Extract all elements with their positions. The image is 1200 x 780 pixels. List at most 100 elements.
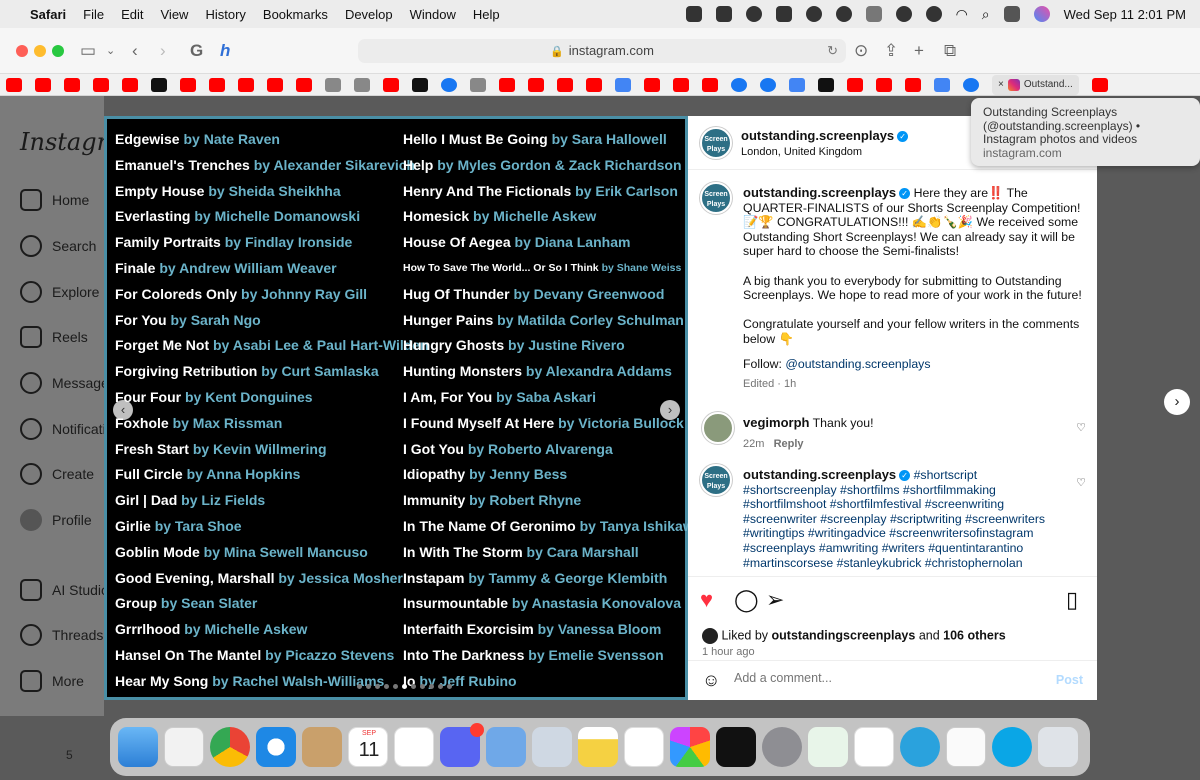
safari-icon[interactable] [256,727,296,767]
sidebar-item-create[interactable]: Create [0,458,104,490]
telegram-icon[interactable] [900,727,940,767]
extension-icon[interactable]: h [220,40,230,62]
sidebar-toggle-icon[interactable]: ▭ [80,40,96,62]
menubar-clock[interactable]: Wed Sep 11 2:01 PM [1064,7,1186,22]
site-tab-icon[interactable] [615,77,631,92]
youtube-tab-icon[interactable] [180,77,196,92]
sidebar-item-threads[interactable]: Threads [0,619,104,651]
status-app-icon[interactable] [835,6,852,22]
emoji-icon[interactable]: ☺ [702,670,720,691]
menu-app-name[interactable]: Safari [30,7,66,22]
status-app-icon[interactable] [865,6,882,22]
site-tab-icon[interactable] [325,77,341,92]
skype-icon[interactable] [992,727,1032,767]
facebook-tab-icon[interactable] [731,77,747,92]
dropbox-icon[interactable] [775,6,792,22]
youtube-tab-icon[interactable] [209,77,225,92]
app-icon[interactable] [808,727,848,767]
menu-window[interactable]: Window [410,7,456,22]
youtube-tab-icon[interactable] [64,77,80,92]
finder-icon[interactable] [118,727,158,767]
comment-username[interactable]: vegimorph [743,415,809,430]
comment-like-icon[interactable]: ♡ [1076,476,1086,489]
menu-edit[interactable]: Edit [121,7,143,22]
post-username[interactable]: outstanding.screenplays [741,128,894,143]
next-post-button[interactable]: › [1164,389,1190,415]
youtube-tab-icon[interactable] [238,77,254,92]
freeform-icon[interactable] [624,727,664,767]
post-location[interactable]: London, United Kingdom [741,146,862,158]
youtube-tab-icon[interactable] [702,77,718,92]
carousel-next-button[interactable]: › [660,400,680,420]
carousel-prev-button[interactable]: ‹ [113,400,133,420]
contacts-icon[interactable] [302,727,342,767]
youtube-tab-icon[interactable] [557,77,573,92]
reminders-icon[interactable] [394,727,434,767]
youtube-tab-icon[interactable] [847,77,863,92]
youtube-tab-icon[interactable] [296,77,312,92]
youtube-tab-icon[interactable] [876,77,892,92]
facebook-tab-icon[interactable] [441,77,457,92]
comment-icon[interactable]: ◯ [734,589,759,611]
menu-develop[interactable]: Develop [345,7,393,22]
share-icon[interactable]: ➢ [766,589,784,611]
menu-history[interactable]: History [205,7,245,22]
follow-handle-link[interactable]: @outstanding.screenplays [785,357,930,371]
youtube-tab-icon[interactable] [383,77,399,92]
youtube-tab-icon[interactable] [93,77,109,92]
youtube-tab-icon[interactable] [122,77,138,92]
document-icon[interactable] [946,727,986,767]
post-comment-button[interactable]: Post [1056,673,1083,687]
search-icon[interactable]: ⌕ [982,6,990,23]
site-tab-icon[interactable] [470,77,486,92]
play-icon[interactable] [895,6,912,22]
youtube-tab-icon[interactable] [673,77,689,92]
close-tab-icon[interactable]: × [998,79,1004,90]
downloads-icon[interactable]: ⊙ [854,40,868,62]
notes-icon[interactable] [578,727,618,767]
facebook-tab-icon[interactable] [760,77,776,92]
menu-view[interactable]: View [161,7,189,22]
like-heart-icon[interactable]: ♥ [700,589,713,611]
avatar[interactable]: Screen Plays [700,464,732,496]
google-tab-icon[interactable] [934,77,950,92]
sidebar-item-reels[interactable]: Reels [0,321,104,353]
youtube-tab-icon[interactable] [267,77,283,92]
preview-icon[interactable] [532,727,572,767]
new-tab-icon[interactable]: + [914,40,924,62]
site-tab-icon[interactable] [151,77,167,92]
status-app-icon[interactable] [685,6,702,22]
facebook-tab-icon[interactable] [963,77,979,92]
sidebar-item-messages[interactable]: Messages [0,367,104,399]
sidebar-item-search[interactable]: Search [0,230,104,262]
photos-icon[interactable] [670,727,710,767]
sidebar-item-notifications[interactable]: Notifications [0,413,104,445]
dropbox-tab-icon[interactable] [789,77,805,92]
comment-like-icon[interactable]: ♡ [1076,421,1086,434]
forward-button[interactable]: › [160,40,166,62]
reply-button[interactable]: Reply [774,438,804,450]
youtube-tab-icon[interactable] [586,77,602,92]
liked-by-user[interactable]: outstandingscreenplays [772,628,916,642]
zoom-window-button[interactable] [52,45,64,57]
gmail-tab-icon[interactable] [905,77,921,92]
sidebar-item-explore[interactable]: Explore [0,276,104,308]
sidebar-item-more[interactable]: More [0,665,104,697]
maps-icon[interactable] [486,727,526,767]
status-app-icon[interactable] [745,6,762,22]
youtube-tab-icon[interactable] [499,77,515,92]
status-app-icon[interactable] [925,6,942,22]
hashtags-text[interactable]: #shortscript #shortscreenplay #shortfilm… [743,468,1045,572]
close-window-button[interactable] [16,45,28,57]
menu-file[interactable]: File [83,7,104,22]
active-tab[interactable]: × Outstand... [992,74,1079,95]
apple-tv-icon[interactable] [716,727,756,767]
reload-icon[interactable]: ↻ [827,39,838,63]
app-icon[interactable] [854,727,894,767]
comment-input[interactable] [734,671,1024,685]
address-bar[interactable]: 🔒 instagram.com ↻ [358,39,846,63]
avatar[interactable]: Screen Plays [700,182,732,214]
calendar-icon[interactable]: SEP 11 [348,727,388,767]
youtube-tab-icon[interactable] [528,77,544,92]
status-app-icon[interactable] [805,6,822,22]
